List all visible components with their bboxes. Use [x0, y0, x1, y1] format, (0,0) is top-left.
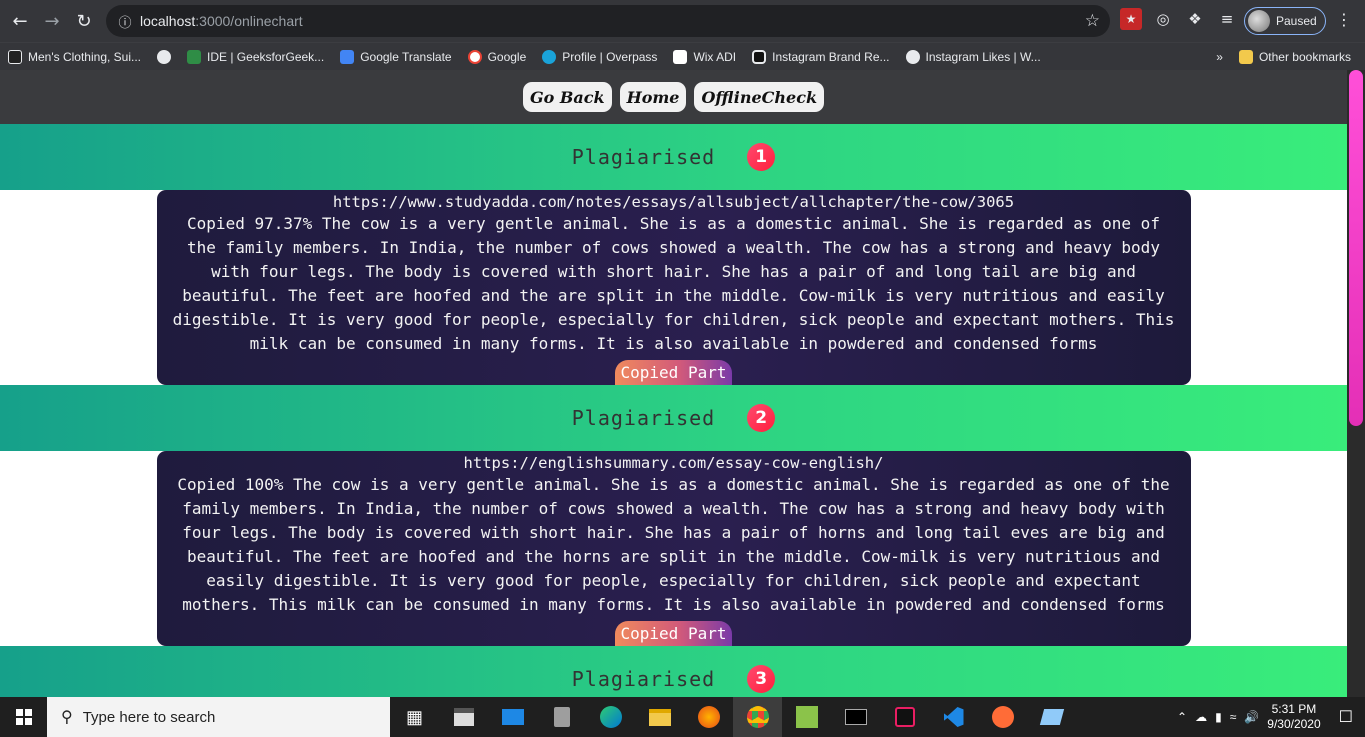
back-arrow-icon[interactable]: ← [4, 5, 36, 37]
postman-icon[interactable] [978, 697, 1027, 737]
bookmark-favicon-icon [8, 49, 22, 64]
vscode-icon[interactable] [929, 697, 978, 737]
extension-red-icon[interactable]: ★ [1120, 8, 1142, 30]
bookmark-item[interactable]: Profile | Overpass [534, 49, 665, 64]
clock-date: 9/30/2020 [1267, 717, 1321, 731]
result-header: Plagiarised 3 [0, 646, 1347, 697]
scrollbar-thumb[interactable] [1349, 70, 1363, 426]
info-icon[interactable]: ⓘ [110, 12, 140, 31]
edge-icon[interactable] [586, 697, 635, 737]
offline-check-button[interactable]: OfflineCheck [694, 82, 825, 112]
search-icon: ⚲ [61, 709, 73, 726]
google-icon [467, 49, 482, 64]
source-url[interactable]: https://englishsummary.com/essay-cow-eng… [173, 453, 1175, 473]
bookmark-item[interactable] [149, 49, 179, 64]
clock-time: 5:31 PM [1271, 702, 1317, 716]
windows-start-icon[interactable] [0, 697, 47, 737]
browser-toolbar: ← → ↻ ⓘ localhost:3000/onlinechart ☆ ★ ◎… [0, 0, 1365, 42]
wix-icon [673, 49, 688, 64]
result-index-badge: 2 [747, 404, 776, 432]
page-content: Go Back Home OfflineCheck Plagiarised 1 … [0, 70, 1347, 697]
profile-status: Paused [1276, 14, 1317, 28]
task-view-icon[interactable]: ▦ [390, 697, 439, 737]
address-bar[interactable]: ⓘ localhost:3000/onlinechart ☆ [106, 5, 1110, 37]
result-title: Plagiarised [571, 145, 716, 169]
bookmarks-overflow[interactable]: » [1208, 50, 1231, 64]
bookmark-item[interactable]: Wix ADI [665, 49, 744, 64]
calculator-icon[interactable] [537, 697, 586, 737]
result-index-badge: 1 [747, 143, 776, 171]
notes-icon[interactable] [1027, 697, 1076, 737]
chevron-up-icon[interactable]: ⌃ [1177, 710, 1187, 724]
go-back-button[interactable]: Go Back [522, 82, 612, 112]
bookmark-item[interactable]: Google Translate [332, 49, 459, 64]
other-bookmarks[interactable]: Other bookmarks [1231, 49, 1365, 64]
overpass-icon [542, 49, 557, 64]
store-icon[interactable] [439, 697, 488, 737]
taskbar: ⚲ Type here to search ▦ ⌃ ☁ ▮ ≈ 🔊 5:31 P… [0, 697, 1365, 737]
extensions-puzzle-icon[interactable]: ❖ [1184, 8, 1206, 30]
copied-text: Copied 100% The cow is a very gentle ani… [177, 475, 1170, 614]
source-url[interactable]: https://www.studyadda.com/notes/essays/a… [173, 192, 1175, 212]
bookmark-item[interactable]: Google [460, 49, 535, 64]
globe-icon [157, 49, 172, 64]
copied-text: Copied 97.37% The cow is a very gentle a… [172, 214, 1175, 353]
volume-icon[interactable]: 🔊 [1244, 710, 1259, 724]
folder-icon [1238, 49, 1253, 64]
bookmark-item[interactable]: Men's Clothing, Sui... [0, 49, 149, 64]
result-index-badge: 3 [747, 665, 776, 693]
bookmark-item[interactable]: IDE | GeeksforGeek... [179, 49, 332, 64]
bookmarks-bar: Men's Clothing, Sui... IDE | GeeksforGee… [0, 42, 1365, 70]
firefox-icon[interactable] [684, 697, 733, 737]
onedrive-cloud-icon[interactable]: ☁ [1195, 710, 1207, 724]
page-scrollbar[interactable] [1347, 70, 1365, 697]
instagram-icon [752, 49, 767, 64]
google-translate-icon [340, 49, 355, 64]
url-text[interactable]: localhost:3000/onlinechart [140, 13, 303, 29]
search-placeholder: Type here to search [82, 708, 216, 726]
home-button[interactable]: Home [619, 82, 687, 112]
terminal-icon[interactable] [831, 697, 880, 737]
battery-icon[interactable]: ▮ [1215, 710, 1222, 724]
app-green-icon[interactable] [782, 697, 831, 737]
chrome-icon[interactable] [733, 697, 782, 737]
taskbar-search[interactable]: ⚲ Type here to search [47, 697, 390, 737]
geeksforgeeks-icon [187, 49, 202, 64]
result-card: https://www.studyadda.com/notes/essays/a… [156, 190, 1191, 385]
result-title: Plagiarised [571, 406, 716, 430]
notification-icon[interactable]: ☐ [1339, 707, 1353, 727]
file-explorer-icon[interactable] [635, 697, 684, 737]
bookmark-item[interactable]: Instagram Brand Re... [744, 49, 897, 64]
clock[interactable]: 5:31 PM 9/30/2020 [1267, 702, 1320, 732]
copied-part-button[interactable]: Copied Part [614, 360, 733, 385]
top-nav: Go Back Home OfflineCheck [0, 70, 1347, 124]
bookmark-star-icon[interactable]: ☆ [1085, 11, 1100, 31]
result-header: Plagiarised 1 [0, 124, 1347, 190]
profile-button[interactable]: Paused [1244, 7, 1326, 35]
forward-arrow-icon[interactable]: → [36, 5, 68, 37]
hyper-terminal-icon[interactable] [880, 697, 929, 737]
globe-icon [905, 49, 920, 64]
mail-icon[interactable] [488, 697, 537, 737]
avatar [1248, 10, 1270, 32]
bookmark-item[interactable]: Instagram Likes | W... [898, 49, 1049, 64]
media-queue-icon[interactable]: ≡ [1216, 8, 1238, 30]
wifi-icon[interactable]: ≈ [1230, 710, 1237, 724]
extension-circle-icon[interactable]: ◎ [1152, 8, 1174, 30]
menu-dots-icon[interactable]: ⋮ [1336, 10, 1352, 29]
result-header: Plagiarised 2 [0, 385, 1347, 451]
reload-icon[interactable]: ↻ [68, 5, 100, 37]
result-title: Plagiarised [571, 667, 716, 691]
result-card: https://englishsummary.com/essay-cow-eng… [156, 451, 1191, 646]
copied-part-button[interactable]: Copied Part [614, 621, 733, 646]
system-tray: ⌃ ☁ ▮ ≈ 🔊 5:31 PM 9/30/2020 ☐ [1177, 697, 1365, 737]
